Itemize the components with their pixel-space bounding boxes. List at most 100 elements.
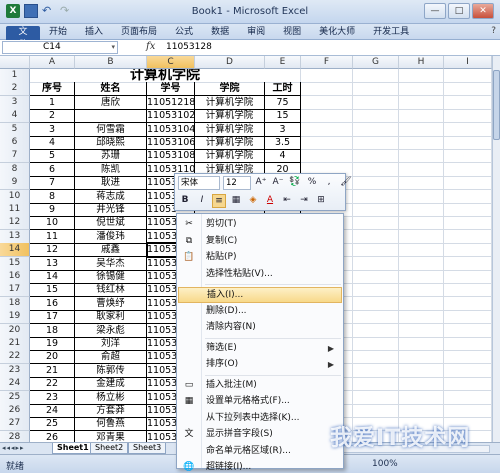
cell-B19[interactable]: 耿家利 (75, 310, 147, 325)
cell-I4[interactable] (444, 109, 492, 124)
context-menu-item[interactable]: 清除内容(N) (178, 320, 342, 336)
cell-A17[interactable]: 15 (30, 283, 75, 298)
cell-B11[interactable]: 井光锋 (75, 203, 147, 217)
cell-G16[interactable] (353, 270, 399, 284)
cell-H14[interactable] (399, 243, 444, 258)
cell-H2[interactable] (399, 82, 444, 97)
context-menu-item[interactable]: 📋 粘贴(P) (178, 250, 342, 266)
cell-A21[interactable]: 19 (30, 337, 75, 351)
row-header-13[interactable]: 13 (0, 229, 30, 244)
cell-A19[interactable]: 17 (30, 310, 75, 325)
cell-I15[interactable] (444, 256, 492, 271)
cell-F1[interactable] (301, 69, 353, 83)
cell-H4[interactable] (399, 109, 444, 124)
row-header-26[interactable]: 26 (0, 404, 30, 418)
context-menu-item[interactable]: 筛选(E) ▶ (178, 341, 342, 357)
cell-A22[interactable]: 20 (30, 350, 75, 365)
cell-A3[interactable]: 1 (30, 95, 75, 110)
cell-B2[interactable]: 姓名 (75, 82, 147, 97)
cell-A6[interactable]: 4 (30, 136, 75, 150)
cell-I24[interactable] (444, 377, 492, 392)
row-header-14[interactable]: 14 (0, 243, 30, 258)
cell-B7[interactable]: 苏珊 (75, 149, 147, 164)
cell-G18[interactable] (353, 296, 399, 311)
cell-B14[interactable]: 戚鑫 (75, 243, 147, 258)
cell-H7[interactable] (399, 149, 444, 164)
grow-font-button[interactable]: A⁺ (254, 176, 268, 190)
row-header-5[interactable]: 5 (0, 122, 30, 137)
row-header-10[interactable]: 10 (0, 189, 30, 204)
cell-A9[interactable]: 7 (30, 176, 75, 191)
tab-3[interactable]: 公式 (166, 26, 202, 40)
cell-H26[interactable] (399, 404, 444, 418)
zoom-level[interactable]: 100% (372, 459, 398, 469)
column-header-H[interactable]: H (399, 56, 444, 69)
column-header-C[interactable]: C (147, 56, 195, 69)
cell-G2[interactable] (353, 82, 399, 97)
context-menu-item[interactable]: ▦ 设置单元格格式(F)... (178, 394, 342, 410)
cell-G23[interactable] (353, 363, 399, 378)
row-header-16[interactable]: 16 (0, 270, 30, 284)
cell-A14[interactable]: 12 (30, 243, 75, 258)
cell-B6[interactable]: 邱晓熙 (75, 136, 147, 150)
cell-H21[interactable] (399, 337, 444, 351)
cell-I20[interactable] (444, 323, 492, 338)
cell-H12[interactable] (399, 216, 444, 231)
cell-B17[interactable]: 钱红林 (75, 283, 147, 298)
cell-I5[interactable] (444, 122, 492, 137)
cell-G20[interactable] (353, 323, 399, 338)
cell-C3[interactable]: 11051218 (147, 95, 195, 110)
fx-icon[interactable]: fx (146, 41, 155, 52)
cell-A13[interactable]: 11 (30, 229, 75, 244)
tab-1[interactable]: 插入 (76, 26, 112, 40)
cell-F6[interactable] (301, 136, 353, 150)
cell-G24[interactable] (353, 377, 399, 392)
cell-A23[interactable]: 21 (30, 363, 75, 378)
cell-H11[interactable] (399, 203, 444, 217)
column-header-G[interactable]: G (353, 56, 399, 69)
cell-D4[interactable]: 计算机学院 (195, 109, 265, 124)
cell-H22[interactable] (399, 350, 444, 365)
column-header-E[interactable]: E (265, 56, 301, 69)
row-header-9[interactable]: 9 (0, 176, 30, 191)
cell-G11[interactable] (353, 203, 399, 217)
cell-G6[interactable] (353, 136, 399, 150)
decrease-decimal-icon[interactable]: ⇤ (280, 194, 294, 208)
vertical-scrollbar[interactable] (492, 56, 500, 442)
cell-A15[interactable]: 13 (30, 256, 75, 271)
context-menu-item[interactable]: 从下拉列表中选择(K)... (178, 411, 342, 427)
cell-D3[interactable]: 计算机学院 (195, 95, 265, 110)
cell-I3[interactable] (444, 95, 492, 110)
help-icon[interactable]: ? (491, 26, 496, 36)
cell-B9[interactable]: 耿进 (75, 176, 147, 191)
cell-H1[interactable] (399, 69, 444, 83)
cell-H6[interactable] (399, 136, 444, 150)
cell-A24[interactable]: 22 (30, 377, 75, 392)
cell-F3[interactable] (301, 95, 353, 110)
row-header-3[interactable]: 3 (0, 95, 30, 110)
context-menu-item[interactable]: ▭ 插入批注(M) (178, 378, 342, 394)
cell-G3[interactable] (353, 95, 399, 110)
cell-I9[interactable] (444, 176, 492, 191)
minimize-button[interactable]: — (424, 3, 446, 19)
cell-F5[interactable] (301, 122, 353, 137)
cell-H13[interactable] (399, 229, 444, 244)
cell-H10[interactable] (399, 189, 444, 204)
row-header-24[interactable]: 24 (0, 377, 30, 392)
borders-icon[interactable]: ▦ (229, 194, 243, 208)
column-header-B[interactable]: B (75, 56, 147, 69)
bold-button[interactable]: B (178, 194, 192, 208)
cell-H17[interactable] (399, 283, 444, 298)
cell-H9[interactable] (399, 176, 444, 191)
cell-B15[interactable]: 吴华杰 (75, 256, 147, 271)
cell-B22[interactable]: 俞超 (75, 350, 147, 365)
close-button[interactable]: ✕ (472, 3, 494, 19)
cell-E2[interactable]: 工时 (265, 82, 301, 97)
sheet-tab-1[interactable]: Sheet1 (52, 443, 94, 454)
cell-I12[interactable] (444, 216, 492, 231)
cell-C5[interactable]: 11053104 (147, 122, 195, 137)
cell-I23[interactable] (444, 363, 492, 378)
cell-H23[interactable] (399, 363, 444, 378)
cell-A7[interactable]: 5 (30, 149, 75, 164)
row-header-1[interactable]: 1 (0, 69, 30, 83)
